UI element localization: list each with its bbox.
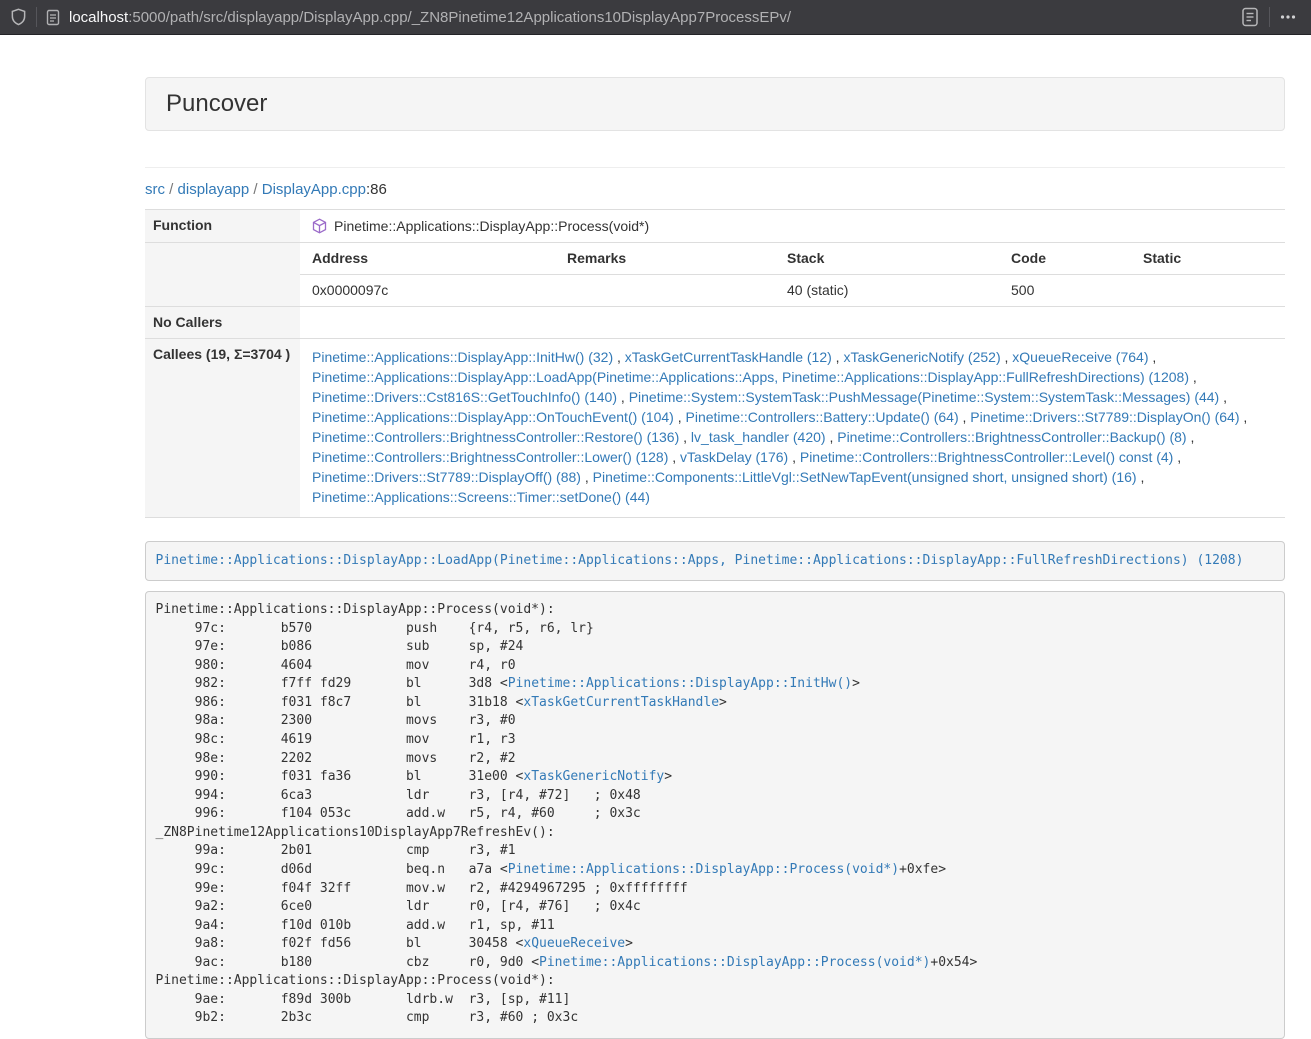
disassembly-block: Pinetime::Applications::DisplayApp::Proc… bbox=[145, 591, 1285, 1039]
breadcrumb: src / displayapp / DisplayApp.cpp:86 bbox=[145, 182, 1285, 197]
browser-address-bar: localhost:5000/path/src/displayapp/Displ… bbox=[0, 0, 1311, 35]
app-title-panel: Puncover bbox=[145, 77, 1285, 131]
url-path: :5000/path/src/displayapp/DisplayApp.cpp… bbox=[128, 9, 791, 26]
column-header-static: Static bbox=[1143, 243, 1285, 274]
callee-link[interactable]: Pinetime::System::SystemTask::PushMessag… bbox=[629, 389, 1220, 405]
callee-link[interactable]: xQueueReceive (764) bbox=[1012, 349, 1148, 365]
row-label-empty bbox=[145, 243, 300, 306]
callee-link[interactable]: Pinetime::Applications::Screens::Timer::… bbox=[312, 489, 650, 505]
callees-list: Pinetime::Applications::DisplayApp::Init… bbox=[300, 339, 1285, 517]
stats-value-row: 0x0000097c 40 (static) 500 bbox=[300, 275, 1285, 306]
table-row: No Callers bbox=[145, 306, 1285, 338]
more-options-icon[interactable] bbox=[1279, 8, 1297, 26]
disasm-symbol-link[interactable]: xTaskGetCurrentTaskHandle bbox=[523, 695, 719, 710]
disasm-symbol-link[interactable]: xTaskGenericNotify bbox=[523, 769, 664, 784]
column-header-code: Code bbox=[1011, 243, 1143, 274]
static-value bbox=[1143, 275, 1285, 306]
callee-link[interactable]: xTaskGenericNotify (252) bbox=[843, 349, 1000, 365]
callee-link[interactable]: Pinetime::Controllers::BrightnessControl… bbox=[837, 429, 1186, 445]
divider bbox=[36, 7, 37, 27]
callee-link[interactable]: Pinetime::Controllers::Battery::Update()… bbox=[686, 409, 959, 425]
url-host: localhost bbox=[69, 9, 128, 26]
code-size-value: 500 bbox=[1011, 275, 1143, 306]
table-row: Function Pinetime::Applications::Display… bbox=[145, 209, 1285, 242]
breadcrumb-line-number: :86 bbox=[366, 181, 387, 198]
breadcrumb-link-displayapp[interactable]: displayapp bbox=[178, 181, 250, 198]
row-label-no-callers: No Callers bbox=[145, 307, 300, 338]
row-label-function: Function bbox=[145, 210, 300, 242]
callee-link[interactable]: vTaskDelay (176) bbox=[680, 449, 788, 465]
disassembly-code: Pinetime::Applications::DisplayApp::Proc… bbox=[156, 602, 978, 1025]
page-container: Puncover src / displayapp / DisplayApp.c… bbox=[145, 77, 1285, 1039]
page-icon[interactable] bbox=[46, 9, 60, 26]
callee-link[interactable]: Pinetime::Controllers::BrightnessControl… bbox=[800, 449, 1173, 465]
address-value: 0x0000097c bbox=[312, 275, 567, 306]
breadcrumb-separator: / bbox=[165, 181, 178, 198]
callee-link[interactable]: Pinetime::Controllers::BrightnessControl… bbox=[312, 449, 668, 465]
column-header-stack: Stack bbox=[787, 243, 1011, 274]
callee-link[interactable]: Pinetime::Applications::DisplayApp::OnTo… bbox=[312, 409, 674, 425]
callee-link[interactable]: Pinetime::Drivers::St7789::DisplayOn() (… bbox=[970, 409, 1239, 425]
callee-link[interactable]: lv_task_handler (420) bbox=[691, 429, 826, 445]
disasm-symbol-link[interactable]: Pinetime::Applications::DisplayApp::Proc… bbox=[508, 862, 899, 877]
breadcrumb-link-file[interactable]: DisplayApp.cpp bbox=[262, 181, 366, 198]
disasm-symbol-link[interactable]: xQueueReceive bbox=[523, 936, 625, 951]
disasm-symbol-link[interactable]: Pinetime::Applications::DisplayApp::Proc… bbox=[539, 955, 930, 970]
symbol-cube-icon bbox=[312, 218, 327, 234]
breadcrumb-separator: / bbox=[249, 181, 262, 198]
callee-link[interactable]: Pinetime::Applications::DisplayApp::Load… bbox=[312, 369, 1189, 385]
reader-view-icon[interactable] bbox=[1240, 6, 1260, 28]
url-input[interactable]: localhost:5000/path/src/displayapp/Displ… bbox=[69, 9, 1240, 26]
callee-link[interactable]: Pinetime::Applications::DisplayApp::Init… bbox=[312, 349, 613, 365]
breadcrumb-link-src[interactable]: src bbox=[145, 181, 165, 198]
stats-header-row: Address Remarks Stack Code Static bbox=[300, 243, 1285, 275]
shield-icon[interactable] bbox=[10, 8, 27, 26]
highlighted-symbol-block: Pinetime::Applications::DisplayApp::Load… bbox=[145, 541, 1285, 581]
function-name: Pinetime::Applications::DisplayApp::Proc… bbox=[334, 219, 649, 234]
divider bbox=[145, 167, 1285, 168]
row-label-callees: Callees (19, Σ=3704 ) bbox=[145, 339, 300, 517]
table-row: Callees (19, Σ=3704 ) Pinetime::Applicat… bbox=[145, 338, 1285, 518]
divider bbox=[1269, 7, 1270, 27]
app-title[interactable]: Puncover bbox=[166, 90, 267, 117]
callee-link[interactable]: Pinetime::Components::LittleVgl::SetNewT… bbox=[593, 469, 1137, 485]
callee-link[interactable]: xTaskGetCurrentTaskHandle (12) bbox=[625, 349, 832, 365]
stack-value: 40 (static) bbox=[787, 275, 1011, 306]
table-row: Address Remarks Stack Code Static 0x0000… bbox=[145, 242, 1285, 306]
remarks-value bbox=[567, 275, 787, 306]
disasm-symbol-link[interactable]: Pinetime::Applications::DisplayApp::Init… bbox=[508, 676, 852, 691]
column-header-address: Address bbox=[312, 243, 567, 274]
callee-link[interactable]: Pinetime::Controllers::BrightnessControl… bbox=[312, 429, 679, 445]
callee-link[interactable]: Pinetime::Drivers::Cst816S::GetTouchInfo… bbox=[312, 389, 617, 405]
function-info-table: Function Pinetime::Applications::Display… bbox=[145, 209, 1285, 518]
column-header-remarks: Remarks bbox=[567, 243, 787, 274]
callee-link[interactable]: Pinetime::Drivers::St7789::DisplayOff() … bbox=[312, 469, 581, 485]
highlighted-symbol-link[interactable]: Pinetime::Applications::DisplayApp::Load… bbox=[156, 553, 1244, 568]
